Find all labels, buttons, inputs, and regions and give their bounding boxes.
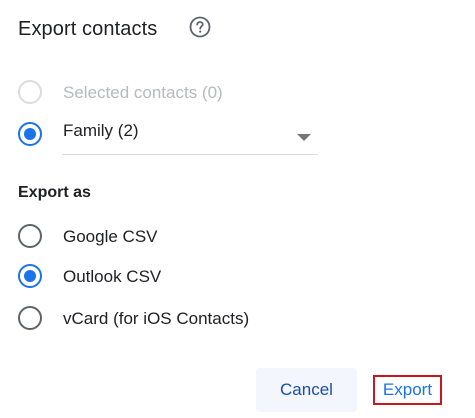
export-as-heading: Export as — [18, 184, 91, 201]
radio-google-csv[interactable] — [17, 223, 43, 249]
selected-contacts-label: Selected contacts (0) — [63, 83, 223, 102]
chevron-down-icon — [297, 129, 311, 141]
google-csv-label: Google CSV — [63, 227, 158, 246]
contact-group-dropdown[interactable]: Family (2) — [62, 118, 318, 155]
radio-contact-group[interactable] — [17, 121, 43, 147]
radio-vcard[interactable] — [17, 305, 43, 331]
radio-outlook-csv[interactable] — [17, 263, 43, 289]
cancel-button[interactable]: Cancel — [256, 368, 357, 412]
dialog-title: Export contacts — [18, 18, 158, 40]
help-icon[interactable] — [189, 16, 211, 38]
outlook-csv-label: Outlook CSV — [63, 267, 162, 286]
radio-selected-contacts[interactable] — [17, 79, 43, 105]
vcard-label: vCard (for iOS Contacts) — [63, 309, 250, 328]
export-button[interactable]: Export — [373, 375, 442, 405]
contact-group-value: Family (2) — [63, 121, 139, 140]
